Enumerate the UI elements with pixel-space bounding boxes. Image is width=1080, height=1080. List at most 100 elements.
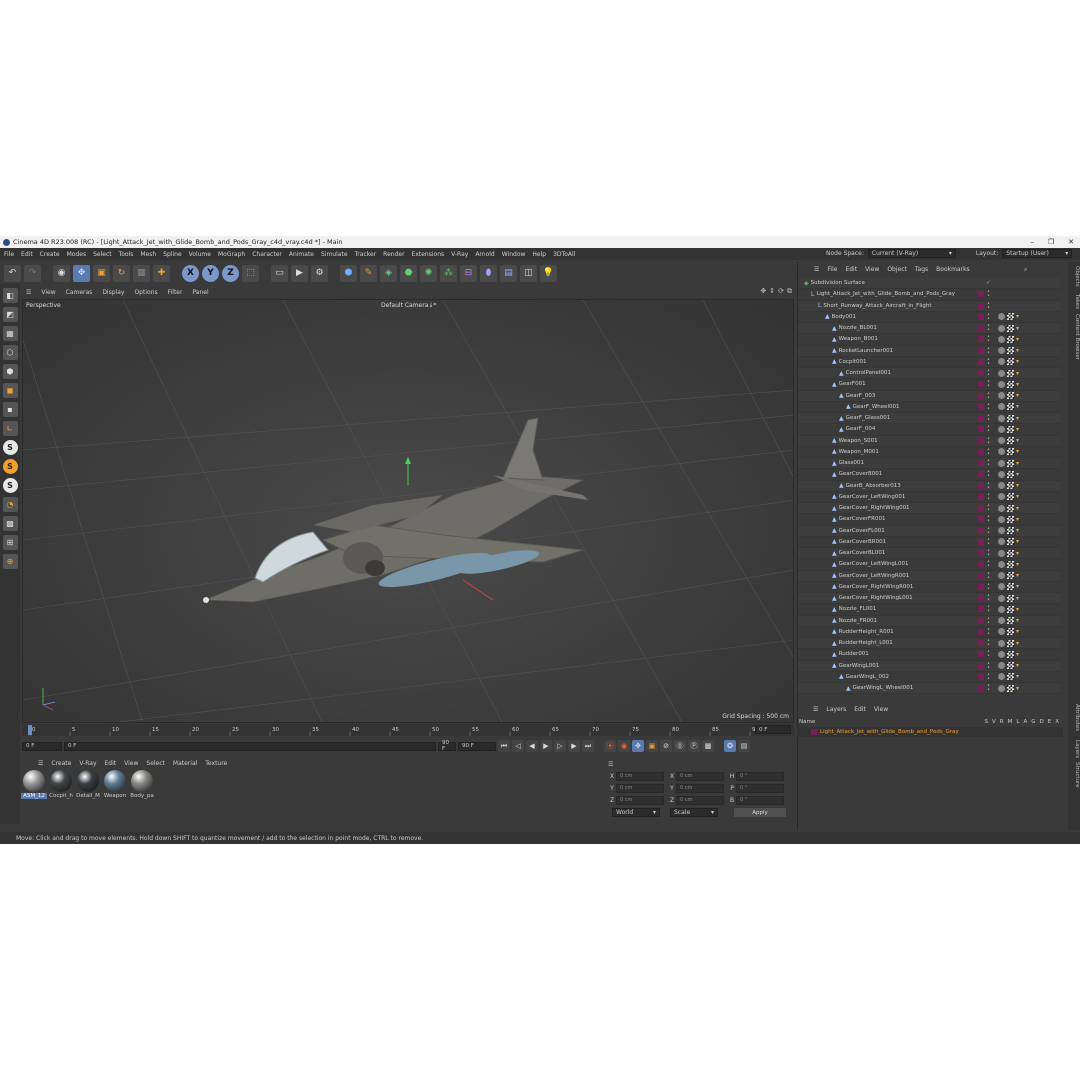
menu-mesh[interactable]: Mesh [140, 251, 156, 258]
visibility-dots[interactable]: • • [987, 672, 991, 681]
autokey-icon[interactable]: ◉ [618, 740, 630, 752]
phong-tag-icon[interactable] [998, 482, 1005, 490]
tab-takes[interactable]: Takes [1068, 294, 1080, 309]
layer-color-box[interactable] [978, 302, 984, 309]
texture-tag-icon[interactable]: ▾ [1016, 392, 1021, 399]
visibility-dots[interactable]: • • [987, 661, 991, 670]
visibility-dots[interactable]: • • [987, 380, 991, 389]
maximize-button[interactable]: ❐ [1048, 238, 1054, 246]
go-to-end-icon[interactable]: ⏭ [582, 740, 594, 752]
phong-tag-icon[interactable] [998, 324, 1005, 332]
object-row[interactable]: ▲ GearCover_RightWingL001 • • ▾ [798, 593, 1060, 605]
layer-column-l[interactable]: L [1016, 719, 1019, 725]
menu-character[interactable]: Character [252, 251, 282, 258]
layer-color-box[interactable] [978, 426, 984, 433]
object-row[interactable]: ▲ GearB_Absorber013 • • ▾ [798, 480, 1060, 492]
layer-menu-edit[interactable]: Edit [854, 706, 866, 713]
timeline-window-icon[interactable]: ▤ [738, 740, 750, 752]
visibility-dots[interactable]: • • [987, 605, 991, 614]
object-row[interactable]: ▲ Cocpit001 • • ▾ [798, 357, 1060, 368]
texture-tag-icon[interactable]: ▾ [1016, 640, 1021, 647]
texture-tag-icon[interactable]: ▾ [1016, 336, 1021, 343]
material-menu-create[interactable]: Create [51, 760, 71, 767]
object-row[interactable]: ▲ Nozzle_FR001 • • ▾ [798, 615, 1060, 627]
layer-color-box[interactable] [978, 505, 984, 512]
object-menu-edit[interactable]: Edit [845, 266, 857, 273]
object-row[interactable]: ▲ GearF_Wheel001 • • ▾ [798, 402, 1060, 413]
material-tag-icon[interactable] [1007, 392, 1014, 400]
texture-tag-icon[interactable]: ▾ [1016, 482, 1021, 489]
texture-mode-icon[interactable]: ▦ [2, 326, 18, 341]
layer-color-box[interactable] [978, 651, 984, 658]
coordinates-menu-icon[interactable]: ☰ [608, 761, 613, 768]
material-tag-icon[interactable] [1007, 470, 1014, 478]
x-axis-toggle[interactable]: X [182, 264, 199, 282]
motion-system-icon[interactable]: ✪ [724, 740, 736, 752]
texture-tag-icon[interactable]: ▾ [1016, 572, 1021, 579]
phong-tag-icon[interactable] [998, 628, 1005, 636]
layer-color-box[interactable] [978, 527, 984, 534]
material-tag-icon[interactable] [1007, 403, 1014, 411]
object-row[interactable]: L Light_Attack_Jet_with_Glide_Bomb_and_Po… [798, 289, 1060, 301]
space-dropdown[interactable]: World ▾ [612, 808, 660, 817]
visibility-dots[interactable]: • • [987, 549, 991, 558]
phong-tag-icon[interactable] [998, 347, 1005, 355]
visibility-dots[interactable]: • • [987, 414, 991, 423]
object-row[interactable]: ▲ GearCoverBR001 • • ▾ [798, 537, 1060, 548]
layer-color-box[interactable] [978, 685, 984, 692]
material-tag-icon[interactable] [1007, 437, 1014, 445]
layer-column-a[interactable]: A [1023, 719, 1027, 725]
phong-tag-icon[interactable] [998, 459, 1005, 467]
layer-color-box[interactable] [978, 662, 984, 669]
phong-tag-icon[interactable] [998, 392, 1005, 400]
object-row[interactable]: ▲ Weapon_B001 • • ▾ [798, 334, 1060, 346]
layer-color-box[interactable] [978, 347, 984, 354]
viewport-menu-options[interactable]: Options [134, 289, 157, 296]
node-space-dropdown[interactable]: Current (V-Ray) ▾ [867, 249, 956, 258]
texture-tag-icon[interactable]: ▾ [1016, 595, 1021, 602]
material-tag-icon[interactable] [1007, 425, 1014, 433]
previous-key-icon[interactable]: ◁ [512, 740, 524, 752]
layer-color-box[interactable] [978, 381, 984, 388]
object-row[interactable]: ▲ GearCoverFR001 • • ▾ [798, 514, 1060, 526]
record-icon[interactable]: ⦿ [604, 740, 616, 752]
menu-render[interactable]: Render [383, 251, 404, 258]
layer-menu-layers[interactable]: Layers [826, 706, 846, 713]
object-row[interactable]: ▲ GearWingL_002 • • ▾ [798, 672, 1060, 683]
texture-tag-icon[interactable]: ▾ [1016, 313, 1021, 320]
phong-tag-icon[interactable] [998, 403, 1005, 411]
layer-color-box[interactable] [978, 595, 984, 602]
object-row[interactable]: ▲ RudderHeight_L001 • • ▾ [798, 638, 1060, 650]
layer-color-box[interactable] [978, 493, 984, 500]
menu-mograph[interactable]: MoGraph [218, 251, 245, 258]
layer-color-box[interactable] [978, 673, 984, 680]
previous-frame-icon[interactable]: ◀ [526, 740, 538, 752]
phong-tag-icon[interactable] [998, 515, 1005, 523]
phong-tag-icon[interactable] [998, 437, 1005, 445]
texture-tag-icon[interactable]: ▾ [1016, 550, 1021, 557]
texture-tag-icon[interactable]: ▾ [1016, 673, 1021, 680]
phong-tag-icon[interactable] [998, 313, 1005, 321]
layer-color-box[interactable] [978, 583, 984, 590]
cube-icon[interactable]: ⬢ [340, 264, 357, 282]
menu-edit[interactable]: Edit [21, 251, 33, 258]
coordinate-field[interactable]: 0 ° [736, 795, 784, 805]
tab-objects[interactable]: Objects [1068, 266, 1080, 287]
object-row[interactable]: ▲ GearCoverB001 • • ▾ [798, 469, 1060, 481]
coordinate-field[interactable]: 0 ° [736, 783, 784, 793]
layer-color-box[interactable] [978, 415, 984, 422]
object-row[interactable]: ▲ GearCover_RightWingR001 • • ▾ [798, 582, 1060, 593]
layer-color-box[interactable] [978, 617, 984, 624]
menu-select[interactable]: Select [93, 251, 112, 258]
next-frame-icon[interactable]: ▷ [554, 740, 566, 752]
phong-tag-icon[interactable] [998, 617, 1005, 625]
menu-tracker[interactable]: Tracker [355, 251, 377, 258]
object-row[interactable]: ▲ Rudder001 • • ▾ [798, 649, 1060, 661]
texture-tag-icon[interactable]: ▾ [1016, 358, 1021, 365]
texture-tag-icon[interactable]: ▾ [1016, 628, 1021, 635]
visibility-dots[interactable]: • • [987, 425, 991, 434]
menu-window[interactable]: Window [502, 251, 526, 258]
material-tag-icon[interactable] [1007, 628, 1014, 636]
layer-column-d[interactable]: D [1039, 719, 1043, 725]
texture-tag-icon[interactable]: ▾ [1016, 460, 1021, 467]
